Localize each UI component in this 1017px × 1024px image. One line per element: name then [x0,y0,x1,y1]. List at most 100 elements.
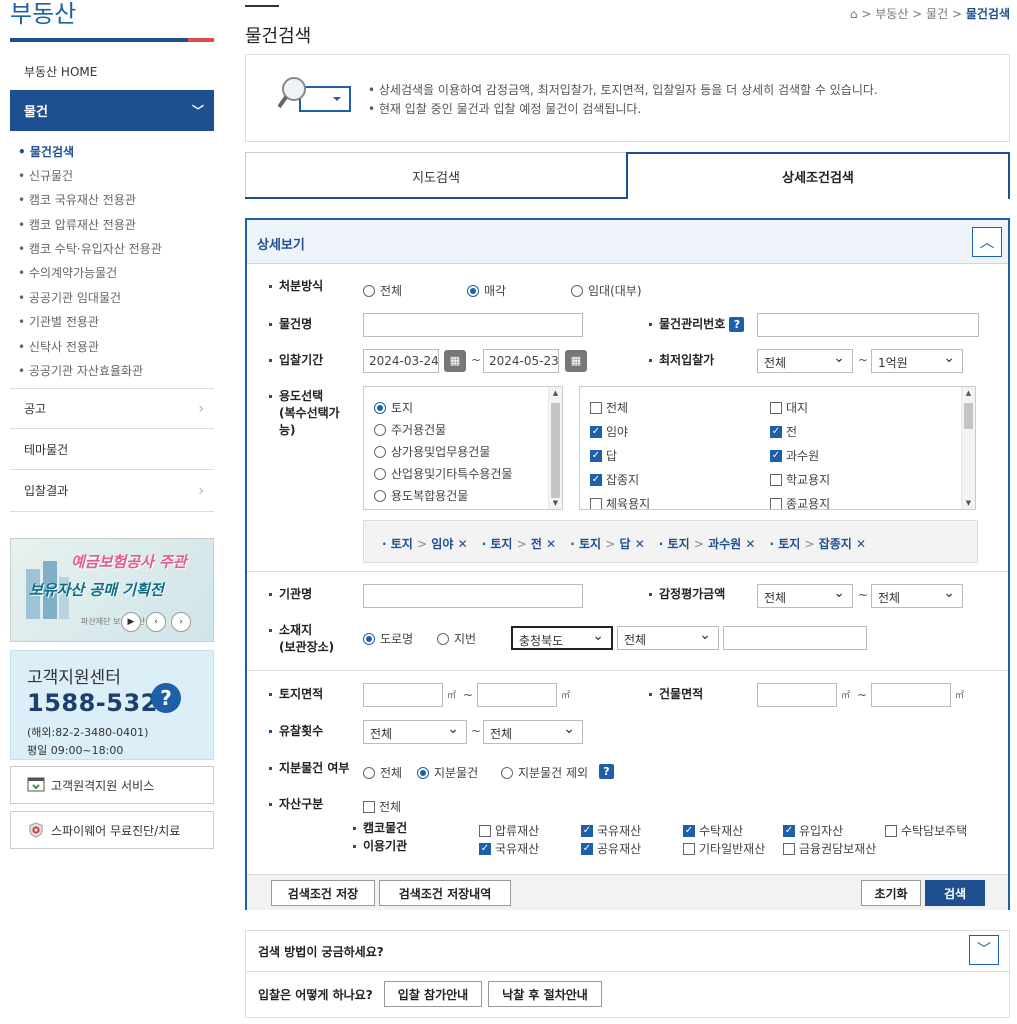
search-button[interactable]: 검색 [925,880,985,906]
scrollbar[interactable]: ▲ ▼ [548,387,562,509]
usage-main-list[interactable]: 토지 주거용건물 상가용및업무용건물 산업용및기타특수용건물 용도복합용건물 ▲… [363,386,563,510]
asset-checkbox[interactable]: 수탁담보주택 [885,822,967,839]
spyware-check-button[interactable]: 스파이웨어 무료진단/치료 [10,811,214,849]
asset-checkbox[interactable]: ✓ 공유재산 [581,840,641,857]
scroll-thumb[interactable] [551,403,560,498]
sidebar-sub-item[interactable]: • 공공기관 자산효율화관 [18,362,143,379]
agency-input[interactable] [363,584,583,608]
calendar-icon[interactable]: ▦ [565,350,587,372]
usage-option[interactable]: 용도복합용건물 [374,487,468,504]
sidebar-item-theme[interactable]: 테마물건 [10,429,214,470]
scroll-thumb[interactable] [964,403,973,429]
sidebar-item-result[interactable]: 입찰결과 › [10,470,214,512]
tab-map-search[interactable]: 지도검색 [245,152,627,199]
period-to-input[interactable]: 2024-05-23 [483,349,559,373]
save-criteria-button[interactable]: 검색조건 저장 [271,880,375,906]
sido-select[interactable]: 충청북도 [511,626,613,650]
sidebar-item-home[interactable]: 부동산 HOME [10,52,214,90]
bldg-area-to-input[interactable] [871,683,951,707]
play-icon[interactable]: ▶ [121,612,141,632]
location-radio-road[interactable]: 도로명 [363,630,413,647]
remove-tag-icon[interactable]: ✕ [856,537,866,551]
asset-checkbox[interactable]: ✓ 국유재산 [581,822,641,839]
collapse-up-icon[interactable]: ︿ [972,227,1002,257]
share-radio-exclude[interactable]: 지분물건 제외 [501,764,588,781]
sidebar-sub-item[interactable]: • 신탁사 전용관 [18,338,99,355]
asset-checkbox[interactable]: ✓ 유입자산 [783,822,843,839]
share-radio-share[interactable]: 지분물건 [417,764,478,781]
asset-checkbox[interactable]: ✓ 수탁재산 [683,822,743,839]
asset-all-checkbox[interactable]: 전체 [363,798,401,815]
usage-sub-checkbox[interactable]: ✓ 잡종지 [590,471,639,488]
scroll-down-arrow-icon[interactable]: ▼ [962,499,975,507]
asset-checkbox[interactable]: 기타일반재산 [683,840,765,857]
share-radio-all[interactable]: 전체 [363,764,402,781]
home-icon[interactable]: ⌂ [850,7,858,21]
dispose-radio-lease[interactable]: 임대(대부) [571,282,642,299]
expand-down-icon[interactable]: ﹀ [969,935,999,965]
bldg-area-from-input[interactable] [757,683,837,707]
usage-sub-checkbox[interactable]: 전체 [590,399,628,416]
sidebar-sub-item[interactable]: • 캠코 압류재산 전용관 [18,216,136,233]
land-area-to-input[interactable] [477,683,557,707]
mgmt-input[interactable] [757,313,979,337]
breadcrumb-item[interactable]: 부동산 [875,7,908,21]
remote-support-button[interactable]: 고객원격지원 서비스 [10,766,214,804]
usage-sub-checkbox[interactable]: ✓ 과수원 [770,447,819,464]
scrollbar[interactable]: ▲ ▼ [961,387,975,509]
dispose-radio-sale[interactable]: 매각 [467,282,506,299]
usage-sub-checkbox[interactable]: ✓ 임야 [590,423,628,440]
sidebar-sub-item[interactable]: • 기관별 전용관 [18,313,99,330]
remove-tag-icon[interactable]: ✕ [458,537,468,551]
breadcrumb-item[interactable]: 물건 [926,7,948,21]
scroll-up-arrow-icon[interactable]: ▲ [549,389,562,397]
remove-tag-icon[interactable]: ✕ [745,537,755,551]
sidebar-sub-item[interactable]: • 신규물건 [18,167,73,184]
usage-sub-list[interactable]: 전체 대지 ✓ 임야 ✓ 전 ✓ 답 ✓ 과수원 ✓ 잡종지 학교용지 체육용지 종교용지 ▲ ▼ [579,386,976,510]
sidebar-sub-item[interactable]: • 캠코 국유재산 전용관 [18,191,136,208]
sidebar-sub-item[interactable]: • 수의계약가능물건 [18,264,117,281]
usage-sub-checkbox[interactable]: 학교용지 [770,471,830,488]
asset-checkbox[interactable]: ✓ 국유재산 [479,840,539,857]
sidebar-item-mulgun[interactable]: 물건 ﹀ [10,90,214,131]
sigungu-select[interactable]: 전체 [617,626,719,650]
prev-icon[interactable]: ‹ [146,612,166,632]
sidebar-item-notice[interactable]: 공고 › [10,388,214,429]
fail-from-select[interactable]: 전체 [363,720,467,744]
fail-to-select[interactable]: 전체 [483,720,583,744]
remove-tag-icon[interactable]: ✕ [635,537,645,551]
usage-option[interactable]: 상가용및업무용건물 [374,443,490,460]
sidebar-sub-item[interactable]: • 캠코 수탁·유입자산 전용관 [18,240,162,257]
scroll-up-arrow-icon[interactable]: ▲ [962,389,975,397]
usage-sub-checkbox[interactable]: ✓ 답 [590,447,617,464]
appraisal-to-select[interactable]: 전체 [871,584,963,608]
location-radio-lot[interactable]: 지번 [437,630,476,647]
reset-button[interactable]: 초기화 [861,880,921,906]
help-icon[interactable]: ? [729,317,745,332]
scroll-down-arrow-icon[interactable]: ▼ [549,499,562,507]
usage-option[interactable]: 산업용및기타특수용건물 [374,465,512,482]
dispose-radio-all[interactable]: 전체 [363,282,402,299]
usage-sub-checkbox[interactable]: 체육용지 [590,495,650,509]
usage-sub-checkbox[interactable]: 종교용지 [770,495,830,509]
minbid-from-select[interactable]: 전체 [757,349,853,373]
asset-checkbox[interactable]: 금융권담보재산 [783,840,876,857]
after-win-guide-button[interactable]: 낙찰 후 절차안내 [488,981,602,1007]
name-input[interactable] [363,313,583,337]
bid-guide-button[interactable]: 입찰 참가안내 [384,981,482,1007]
minbid-to-select[interactable]: 1억원 [871,349,963,373]
location-detail-input[interactable] [723,626,867,650]
sidebar-sub-item[interactable]: • 공공기관 임대물건 [18,289,121,306]
help-icon[interactable]: ? [599,764,614,779]
sidebar-sub-item[interactable]: • 물건검색 [18,143,74,160]
asset-checkbox[interactable]: 압류재산 [479,822,539,839]
land-area-from-input[interactable] [363,683,443,707]
usage-sub-checkbox[interactable]: 대지 [770,399,808,416]
saved-criteria-button[interactable]: 검색조건 저장내역 [379,880,511,906]
next-icon[interactable]: › [171,612,191,632]
usage-option[interactable]: 주거용건물 [374,421,446,438]
tab-detail-search[interactable]: 상세조건검색 [626,152,1010,199]
usage-option[interactable]: 토지 [374,399,413,416]
period-from-input[interactable]: 2024-03-24 [363,349,439,373]
remove-tag-icon[interactable]: ✕ [546,537,556,551]
